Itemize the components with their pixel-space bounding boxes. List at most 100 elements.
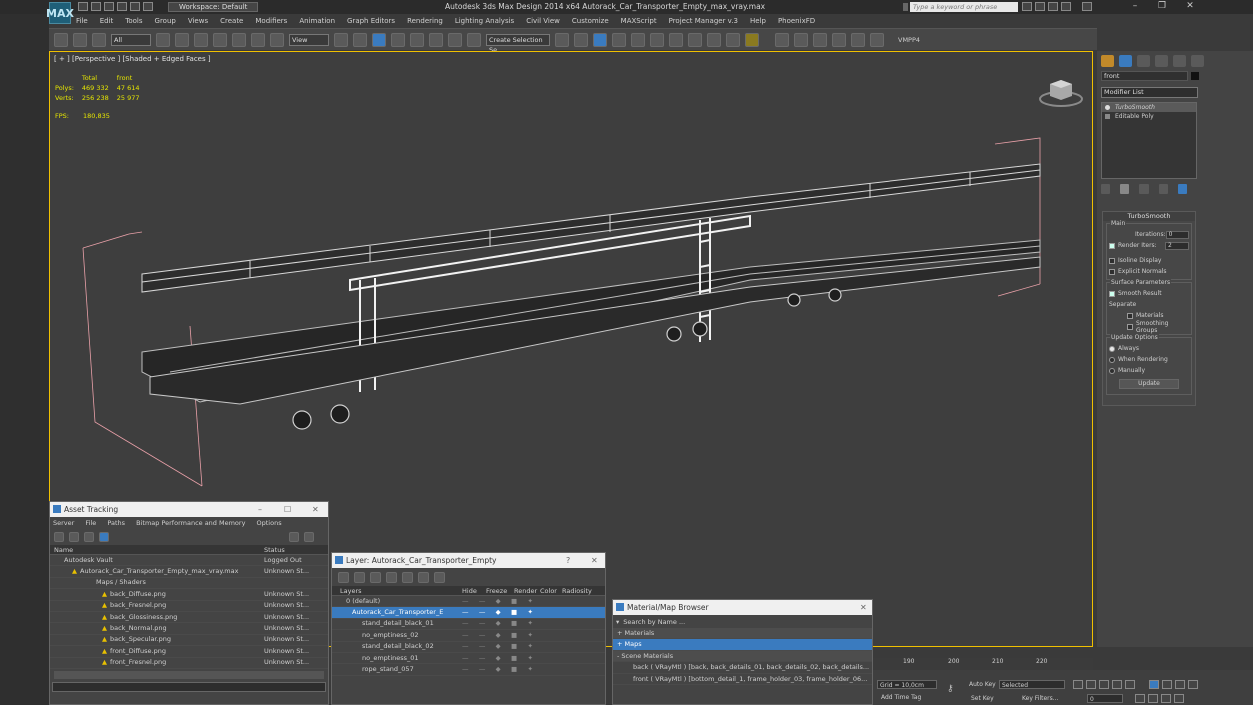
go-to-start-icon[interactable] bbox=[1073, 680, 1083, 689]
curve-editor-icon[interactable] bbox=[631, 32, 645, 47]
reference-coordinate-dropdown[interactable]: View bbox=[289, 33, 329, 46]
vray-vmpp-label[interactable]: VMPP4 bbox=[898, 36, 920, 44]
select-by-name-icon[interactable] bbox=[175, 32, 189, 47]
workspace-dropdown[interactable]: Workspace: Default bbox=[168, 2, 258, 12]
manually-radio[interactable] bbox=[1109, 367, 1115, 374]
close-button[interactable]: ✕ bbox=[1180, 1, 1200, 12]
auto-key-button[interactable]: Auto Key bbox=[969, 681, 996, 688]
select-object-icon[interactable] bbox=[156, 32, 170, 47]
help-icon[interactable] bbox=[1082, 2, 1092, 11]
play-icon[interactable] bbox=[1099, 680, 1109, 689]
table-row[interactable]: ▲ back_Glossiness.png Unknown St... bbox=[50, 612, 328, 624]
rotate-icon[interactable] bbox=[251, 32, 265, 47]
modifier-list-dropdown[interactable]: Modifier List bbox=[1101, 87, 1198, 98]
add-time-tag-button[interactable]: Add Time Tag bbox=[881, 694, 921, 701]
material-item-front[interactable]: front ( VRayMtl ) [bottom_detail_1, fram… bbox=[613, 674, 872, 685]
zoom-extents-icon[interactable] bbox=[1175, 680, 1185, 689]
when-rendering-radio[interactable] bbox=[1109, 356, 1115, 363]
field-of-view-icon[interactable] bbox=[1188, 680, 1198, 689]
vray-sun-icon[interactable] bbox=[870, 32, 884, 47]
remove-modifier-icon[interactable] bbox=[1158, 183, 1168, 194]
previous-frame-icon[interactable] bbox=[1086, 680, 1096, 689]
make-unique-icon[interactable] bbox=[1139, 183, 1149, 194]
bulb-icon[interactable] bbox=[1105, 105, 1110, 110]
close-button[interactable]: ✕ bbox=[312, 502, 319, 517]
hide-column-header[interactable]: Hide bbox=[462, 586, 486, 596]
pin-stack-icon[interactable] bbox=[1101, 183, 1111, 194]
table-row[interactable]: ▲ Autorack_Car_Transporter_Empty_max_vray… bbox=[50, 566, 328, 578]
modify-tab-icon[interactable] bbox=[1119, 55, 1132, 67]
layers-column-header[interactable]: Layers bbox=[340, 586, 462, 596]
pivot-center-icon[interactable] bbox=[334, 32, 348, 47]
show-end-result-icon[interactable] bbox=[1120, 183, 1130, 194]
path-field[interactable] bbox=[52, 681, 326, 692]
stack-item-editable-poly[interactable]: Editable Poly bbox=[1102, 112, 1196, 121]
layer-row[interactable]: rope_stand_057— — ◆ ■ ✦ bbox=[332, 664, 605, 676]
select-objects-icon[interactable] bbox=[386, 571, 397, 583]
table-row[interactable]: ▲ front_Diffuse.png Unknown St... bbox=[50, 646, 328, 658]
selection-filter-dropdown[interactable]: All bbox=[111, 33, 151, 46]
isoline-checkbox[interactable] bbox=[1109, 257, 1115, 264]
layer-row[interactable]: stand_detail_black_01— — ◆ ■ ✦ bbox=[332, 619, 605, 631]
table-row[interactable]: ▲ back_Normal.png Unknown St... bbox=[50, 623, 328, 635]
timeline-ruler[interactable]: 190 200 210 220 bbox=[873, 658, 1093, 670]
freeze-all-icon[interactable] bbox=[434, 571, 445, 583]
asset-tracking-titlebar[interactable]: Asset Tracking – ☐ ✕ bbox=[50, 502, 328, 517]
favorites-star-icon[interactable] bbox=[1061, 2, 1071, 11]
vray-light-icon[interactable] bbox=[851, 32, 865, 47]
menu-phoenixfd[interactable]: PhoenixFD bbox=[778, 17, 815, 25]
table-row[interactable]: Autodesk Vault Logged Out bbox=[50, 555, 328, 567]
unlink-icon[interactable] bbox=[73, 32, 87, 47]
menu-customize[interactable]: Customize bbox=[572, 17, 609, 25]
iterations-spinner[interactable]: 0 bbox=[1165, 230, 1189, 239]
menu-create[interactable]: Create bbox=[220, 17, 243, 25]
angle-snap-icon[interactable] bbox=[410, 32, 424, 47]
refresh-icon[interactable] bbox=[54, 532, 64, 542]
material-search-input[interactable]: Search by Name ... bbox=[623, 618, 685, 626]
menu-tools[interactable]: Tools bbox=[125, 17, 142, 25]
layer-row-selected[interactable]: Autorack_Car_Transporter_E — — ◆ ■ ✦ bbox=[332, 607, 605, 619]
material-browser-titlebar[interactable]: Material/Map Browser ✕ bbox=[613, 600, 872, 615]
horizontal-scrollbar[interactable] bbox=[54, 670, 324, 679]
edit-named-selection-icon[interactable] bbox=[467, 32, 481, 47]
table-row[interactable]: ▲ back_Diffuse.png Unknown St... bbox=[50, 589, 328, 601]
layer-row[interactable]: no_emptiness_01— — ◆ ■ ✦ bbox=[332, 653, 605, 665]
maximize-viewport-icon[interactable] bbox=[1161, 694, 1171, 703]
communication-icon[interactable] bbox=[1048, 2, 1058, 11]
percent-snap-icon[interactable] bbox=[429, 32, 443, 47]
highlight-layer-icon[interactable] bbox=[402, 571, 413, 583]
redo-icon[interactable] bbox=[130, 2, 140, 11]
layer-manager-titlebar[interactable]: Layer: Autorack_Car_Transporter_Empty ? … bbox=[332, 553, 605, 568]
spinner-snap-icon[interactable] bbox=[448, 32, 462, 47]
vray-toolbar-icon[interactable] bbox=[794, 32, 808, 47]
create-layer-icon[interactable] bbox=[338, 571, 349, 583]
smoothing-groups-checkbox[interactable] bbox=[1127, 323, 1133, 330]
hierarchy-tab-icon[interactable] bbox=[1137, 55, 1150, 67]
zoom-all-icon[interactable] bbox=[1162, 680, 1172, 689]
menu-paths[interactable]: Paths bbox=[107, 519, 125, 527]
search-expand-icon[interactable] bbox=[903, 3, 908, 11]
graphite-ribbon-icon[interactable] bbox=[612, 32, 626, 47]
highlight-icon[interactable] bbox=[289, 532, 299, 542]
menu-server[interactable]: Server bbox=[53, 519, 74, 527]
rendered-frame-window-icon[interactable] bbox=[707, 32, 721, 47]
menu-animation[interactable]: Animation bbox=[299, 17, 335, 25]
menu-bitmap-performance[interactable]: Bitmap Performance and Memory bbox=[136, 519, 245, 527]
utilities-tab-icon[interactable] bbox=[1191, 55, 1204, 67]
minimize-button[interactable]: – bbox=[258, 502, 262, 517]
warning-icon[interactable] bbox=[745, 32, 759, 47]
select-manipulate-icon[interactable] bbox=[353, 32, 367, 47]
link-icon[interactable] bbox=[54, 32, 68, 47]
configure-modifier-sets-icon[interactable] bbox=[1177, 183, 1188, 194]
walkthrough-icon[interactable] bbox=[1174, 694, 1184, 703]
menu-modifiers[interactable]: Modifiers bbox=[255, 17, 287, 25]
modifier-stack[interactable]: TurboSmooth Editable Poly bbox=[1101, 102, 1197, 179]
menu-views[interactable]: Views bbox=[188, 17, 208, 25]
menu-civil-view[interactable]: Civil View bbox=[526, 17, 560, 25]
app-logo-icon[interactable]: MAX bbox=[46, 2, 74, 24]
table-view-icon[interactable] bbox=[99, 532, 109, 542]
motion-tab-icon[interactable] bbox=[1155, 55, 1168, 67]
schematic-view-icon[interactable] bbox=[650, 32, 664, 47]
menu-group[interactable]: Group bbox=[155, 17, 176, 25]
move-icon[interactable] bbox=[232, 32, 246, 47]
